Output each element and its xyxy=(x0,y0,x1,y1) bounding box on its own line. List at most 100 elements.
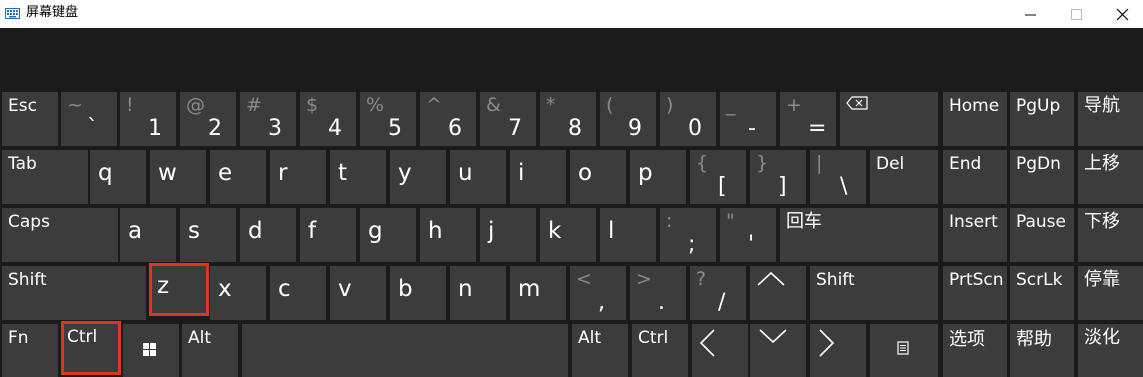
key-6[interactable]: ^ 6 xyxy=(420,92,476,146)
key-right[interactable] xyxy=(810,324,866,377)
key-scrlk[interactable]: ScrLk xyxy=(1010,266,1074,320)
key-equal[interactable]: + = xyxy=(780,92,836,146)
key-s[interactable]: s xyxy=(180,208,236,262)
key-shift-symbol: * xyxy=(546,94,556,116)
key-right-bracket[interactable]: }] xyxy=(750,150,806,204)
key-esc[interactable]: Esc xyxy=(2,92,58,146)
key-shift-symbol: _ xyxy=(726,94,736,116)
key-letter: j xyxy=(488,218,495,244)
key-left-bracket[interactable]: {[ xyxy=(690,150,746,204)
key-u[interactable]: u xyxy=(450,150,506,204)
key-minus[interactable]: _ - xyxy=(720,92,776,146)
key-fn[interactable]: Fn xyxy=(2,324,58,377)
key-shift-symbol: & xyxy=(486,94,501,116)
key-x[interactable]: x xyxy=(210,266,266,320)
key-prtscn[interactable]: PrtScn xyxy=(943,266,1007,320)
key-v[interactable]: v xyxy=(330,266,386,320)
key-symbol: - xyxy=(748,116,756,141)
key-b[interactable]: b xyxy=(390,266,446,320)
key-symbol: 3 xyxy=(268,116,282,141)
key-enter[interactable]: 回车 xyxy=(780,208,938,262)
key-ctrl-right[interactable]: Ctrl xyxy=(632,324,688,377)
key-e[interactable]: e xyxy=(210,150,266,204)
key-1[interactable]: ! 1 xyxy=(120,92,176,146)
key-nav[interactable]: 导航 xyxy=(1078,92,1143,146)
key-r[interactable]: r xyxy=(270,150,326,204)
key-caps[interactable]: Caps xyxy=(2,208,118,262)
key-quote[interactable]: " ' xyxy=(720,208,776,262)
key-letter: s xyxy=(188,218,200,244)
key-a[interactable]: a xyxy=(120,208,176,262)
key-options[interactable]: 选项 xyxy=(943,324,1007,377)
key-shift-symbol: { xyxy=(696,152,709,174)
key-alt-right[interactable]: Alt xyxy=(572,324,628,377)
key-help[interactable]: 帮助 xyxy=(1010,324,1074,377)
key-pgup[interactable]: PgUp xyxy=(1010,92,1074,146)
key-symbol: 6 xyxy=(448,116,462,141)
key-3[interactable]: #3 xyxy=(240,92,296,146)
key-y[interactable]: y xyxy=(390,150,446,204)
key-q[interactable]: q xyxy=(90,150,146,204)
key-2[interactable]: @2 xyxy=(180,92,236,146)
key-h[interactable]: h xyxy=(420,208,476,262)
key-shift-right[interactable]: Shift xyxy=(810,266,938,320)
key-letter: r xyxy=(278,160,288,186)
key-backtick[interactable]: ~ ` xyxy=(61,92,117,146)
key-del[interactable]: Del xyxy=(870,150,938,204)
key-up[interactable] xyxy=(750,266,806,320)
key-windows[interactable] xyxy=(123,324,179,377)
key-o[interactable]: o xyxy=(570,150,626,204)
key-w[interactable]: w xyxy=(150,150,206,204)
key-pgdn[interactable]: PgDn xyxy=(1010,150,1074,204)
key-0[interactable]: ) 0 xyxy=(660,92,716,146)
key-9[interactable]: (9 xyxy=(600,92,656,146)
key-c[interactable]: c xyxy=(270,266,326,320)
key-i[interactable]: i xyxy=(510,150,566,204)
key-m[interactable]: m xyxy=(510,266,566,320)
key-5[interactable]: % 5 xyxy=(360,92,416,146)
key-8[interactable]: * 8 xyxy=(540,92,596,146)
key-tab[interactable]: Tab xyxy=(2,150,88,204)
key-move-down[interactable]: 下移 xyxy=(1078,208,1143,262)
key-l[interactable]: l xyxy=(600,208,656,262)
key-z[interactable]: z xyxy=(149,263,209,316)
key-g[interactable]: g xyxy=(360,208,416,262)
key-slash[interactable]: ? / xyxy=(690,266,746,320)
menu-key-icon xyxy=(897,341,909,355)
key-4[interactable]: $4 xyxy=(300,92,356,146)
key-symbol: ' xyxy=(748,232,755,257)
key-alt-left[interactable]: Alt xyxy=(182,324,238,377)
key-semicolon[interactable]: :; xyxy=(660,208,716,262)
key-comma[interactable]: <, xyxy=(570,266,626,320)
key-label: Home xyxy=(949,96,1000,116)
key-backspace[interactable] xyxy=(840,92,938,146)
key-fade[interactable]: 淡化 xyxy=(1078,324,1143,377)
key-end[interactable]: End xyxy=(943,150,1007,204)
key-letter: l xyxy=(608,218,615,244)
key-left[interactable] xyxy=(692,324,748,377)
key-k[interactable]: k xyxy=(540,208,596,262)
backspace-icon xyxy=(846,96,868,110)
key-period[interactable]: >. xyxy=(630,266,686,320)
key-j[interactable]: j xyxy=(480,208,536,262)
key-space[interactable] xyxy=(242,324,568,377)
key-dock[interactable]: 停靠 xyxy=(1078,266,1143,320)
key-shift-left[interactable]: Shift xyxy=(2,266,146,320)
key-menu[interactable] xyxy=(870,324,938,377)
key-letter: w xyxy=(158,160,177,186)
key-d[interactable]: d xyxy=(240,208,296,262)
key-symbol: = xyxy=(808,116,827,141)
key-t[interactable]: t xyxy=(330,150,386,204)
key-down[interactable] xyxy=(750,324,806,377)
key-backslash[interactable]: | \ xyxy=(810,150,866,204)
key-7[interactable]: & 7 xyxy=(480,92,536,146)
key-pause[interactable]: Pause xyxy=(1010,208,1074,262)
key-label: Tab xyxy=(8,154,37,174)
key-f[interactable]: f xyxy=(300,208,356,262)
key-move-up[interactable]: 上移 xyxy=(1078,150,1143,204)
key-n[interactable]: n xyxy=(450,266,506,320)
key-home[interactable]: Home xyxy=(943,92,1007,146)
key-p[interactable]: p xyxy=(630,150,686,204)
key-insert[interactable]: Insert xyxy=(943,208,1007,262)
key-ctrl-left[interactable]: Ctrl xyxy=(61,321,121,375)
